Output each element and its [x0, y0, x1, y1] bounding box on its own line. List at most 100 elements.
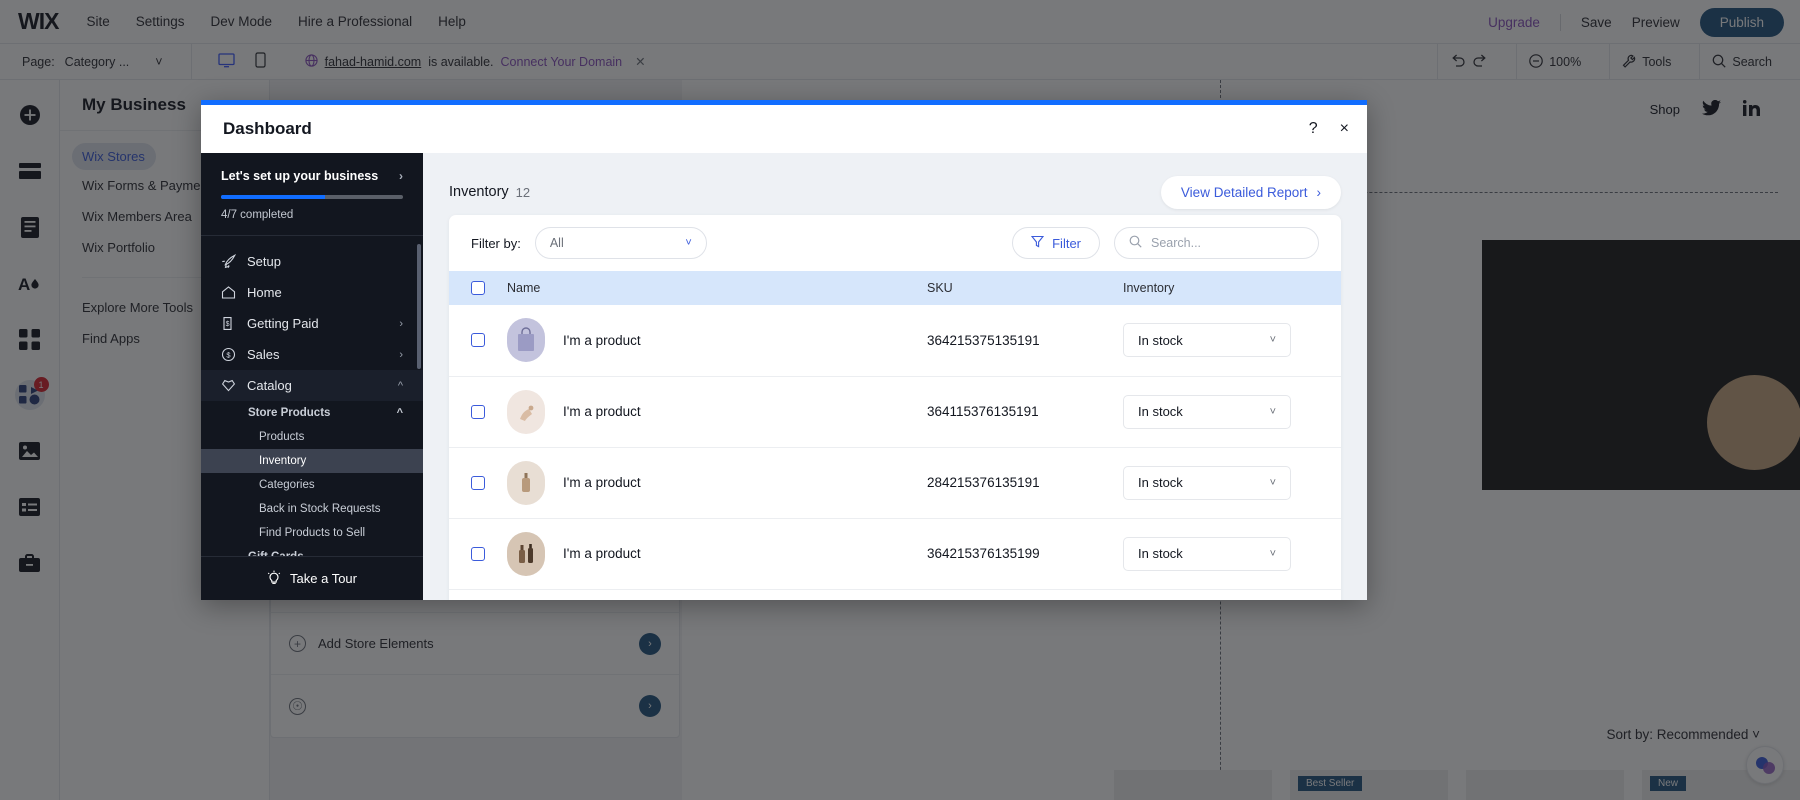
- sidebar-item-categories[interactable]: Categories: [201, 473, 423, 497]
- filter-by-select[interactable]: All ˅: [535, 227, 707, 259]
- column-header-name[interactable]: Name: [497, 271, 917, 305]
- chevron-down-icon: ˅: [1270, 477, 1276, 489]
- setup-title-row: Let's set up your business ›: [221, 169, 403, 183]
- row-checkbox[interactable]: [471, 333, 485, 347]
- svg-text:$: $: [226, 350, 231, 359]
- product-thumbnail: [507, 461, 545, 505]
- row-actions-button[interactable]: •••: [1323, 589, 1341, 600]
- product-sku: 284215376135191: [917, 447, 1113, 518]
- sidebar-item-home[interactable]: Home: [201, 277, 423, 308]
- product-name: I'm a product: [563, 475, 641, 490]
- table-body: I'm a product 364215375135191 In stock ˅: [449, 305, 1341, 600]
- chevron-up-icon[interactable]: ^: [398, 380, 403, 392]
- help-icon[interactable]: ?: [1309, 120, 1318, 138]
- filter-button[interactable]: Filter: [1012, 227, 1100, 259]
- column-header-sku[interactable]: SKU: [917, 271, 1113, 305]
- product-name-cell: [497, 589, 917, 600]
- chevron-right-icon[interactable]: ›: [399, 169, 403, 183]
- sidebar-item-catalog[interactable]: Catalog ^: [201, 370, 423, 401]
- inventory-status-value: In stock: [1138, 333, 1183, 348]
- product-sku: 364115376135191: [917, 376, 1113, 447]
- sidebar-subgroup-label: Gift Cards: [248, 551, 304, 556]
- sidebar-subgroup-gift-cards[interactable]: Gift Cards: [201, 545, 423, 556]
- sidebar-item-products[interactable]: Products: [201, 425, 423, 449]
- inventory-status-cell: In stock ˅: [1113, 447, 1323, 518]
- row-actions-button[interactable]: •••: [1323, 447, 1341, 518]
- inventory-status-select[interactable]: In stock ˅: [1123, 395, 1291, 429]
- modal-title: Dashboard: [223, 119, 312, 139]
- product-sku: 364215375135191: [917, 305, 1113, 376]
- column-header-actions: [1323, 271, 1341, 305]
- svg-text:$: $: [226, 321, 230, 328]
- table-row[interactable]: I'm a product 364215376135199 In stock ˅: [449, 518, 1341, 589]
- inventory-page: Inventory 12 View Detailed Report › Filt…: [423, 153, 1367, 600]
- rocket-icon: [221, 254, 236, 269]
- row-checkbox[interactable]: [471, 476, 485, 490]
- chevron-right-icon[interactable]: ›: [399, 349, 403, 361]
- search-placeholder: Search...: [1151, 236, 1201, 250]
- table-row[interactable]: I'm a product 364215375135191 In stock ˅: [449, 305, 1341, 376]
- row-actions-button[interactable]: •••: [1323, 376, 1341, 447]
- row-select-cell: [449, 518, 497, 589]
- sidebar-subgroup-label: Store Products: [248, 407, 330, 419]
- sidebar-item-getting-paid[interactable]: $ Getting Paid ›: [201, 308, 423, 339]
- page-title: Inventory: [449, 184, 509, 200]
- inventory-status-select[interactable]: In stock ˅: [1123, 466, 1291, 500]
- product-name: I'm a product: [563, 404, 641, 419]
- filter-by-label: Filter by:: [471, 236, 521, 251]
- take-a-tour-label: Take a Tour: [290, 571, 357, 586]
- row-select-cell: [449, 376, 497, 447]
- dollar-circle-icon: $: [221, 347, 236, 362]
- select-all-checkbox[interactable]: [471, 281, 485, 295]
- chevron-up-icon[interactable]: ^: [397, 407, 403, 419]
- sidebar-item-inventory[interactable]: Inventory: [201, 449, 423, 473]
- close-icon[interactable]: ×: [1340, 120, 1349, 138]
- inventory-status-value: In stock: [1138, 546, 1183, 561]
- inventory-status-value: In stock: [1138, 475, 1183, 490]
- filter-by-value: All: [550, 236, 564, 250]
- screen: WIX Site Settings Dev Mode Hire a Profes…: [0, 0, 1800, 800]
- sidebar-subgroup-store-products[interactable]: Store Products ^: [201, 401, 423, 425]
- chevron-right-icon: ›: [1317, 185, 1322, 200]
- inventory-status-select[interactable]: In stock ˅: [1123, 323, 1291, 357]
- product-name-cell: I'm a product: [497, 305, 917, 376]
- product-name-cell: I'm a product: [497, 518, 917, 589]
- view-detailed-report-button[interactable]: View Detailed Report ›: [1161, 176, 1341, 209]
- dashboard-sidebar: Let's set up your business › 4/7 complet…: [201, 153, 423, 600]
- sidebar-item-label: Getting Paid: [247, 316, 319, 331]
- inventory-status-value: In stock: [1138, 404, 1183, 419]
- chevron-right-icon[interactable]: ›: [399, 318, 403, 330]
- column-header-inventory[interactable]: Inventory: [1113, 271, 1323, 305]
- sidebar-scrollbar[interactable]: [417, 244, 421, 369]
- row-actions-button[interactable]: •••: [1323, 518, 1341, 589]
- sidebar-item-back-in-stock-requests[interactable]: Back in Stock Requests: [201, 497, 423, 521]
- inventory-table-card: Filter by: All ˅ Filter: [449, 215, 1341, 600]
- dashboard-modal: Dashboard ? × Let's set up your business…: [201, 100, 1367, 600]
- sidebar-item-label: Home: [247, 285, 282, 300]
- table-row[interactable]: I'm a product 284215376135191 In stock ˅: [449, 447, 1341, 518]
- filter-button-label: Filter: [1052, 236, 1081, 251]
- product-name: I'm a product: [563, 546, 641, 561]
- sidebar-item-label: Sales: [247, 347, 280, 362]
- sidebar-item-label: Setup: [247, 254, 281, 269]
- table-row[interactable]: ˅ •••: [449, 589, 1341, 600]
- product-name-cell: I'm a product: [497, 376, 917, 447]
- inventory-status-cell: In stock ˅: [1113, 376, 1323, 447]
- search-input[interactable]: Search...: [1114, 227, 1319, 259]
- chevron-down-icon: ˅: [685, 237, 691, 249]
- row-checkbox[interactable]: [471, 405, 485, 419]
- setup-progress-card[interactable]: Let's set up your business › 4/7 complet…: [201, 153, 423, 235]
- sidebar-item-setup[interactable]: Setup: [201, 246, 423, 277]
- lightbulb-icon: [267, 570, 281, 588]
- chevron-down-icon: ˅: [1270, 406, 1276, 418]
- take-a-tour-button[interactable]: Take a Tour: [201, 556, 423, 600]
- table-row[interactable]: I'm a product 364115376135191 In stock ˅: [449, 376, 1341, 447]
- row-select-cell: [449, 305, 497, 376]
- inventory-header: Inventory 12 View Detailed Report ›: [449, 169, 1341, 215]
- sidebar-item-sales[interactable]: $ Sales ›: [201, 339, 423, 370]
- inventory-status-select[interactable]: In stock ˅: [1123, 537, 1291, 571]
- inventory-status-cell: In stock ˅: [1113, 518, 1323, 589]
- row-checkbox[interactable]: [471, 547, 485, 561]
- sidebar-item-find-products-to-sell[interactable]: Find Products to Sell: [201, 521, 423, 545]
- row-actions-button[interactable]: •••: [1323, 305, 1341, 376]
